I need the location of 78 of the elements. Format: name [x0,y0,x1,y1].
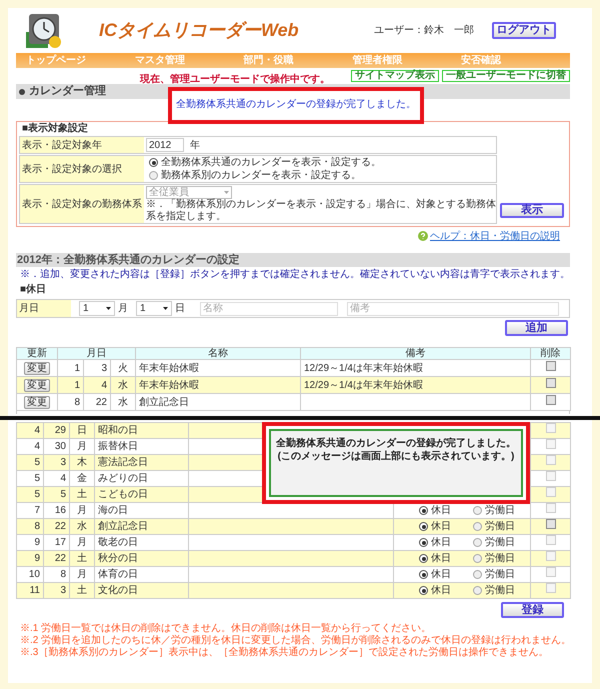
column-header: 名称 [136,348,300,360]
field-label: 表示・設定対象の勤務体系 [20,185,144,223]
page-title: カレンダー管理 [29,84,106,100]
table-cell: 文化の日 [94,582,188,598]
mode-button[interactable]: サイトマップ表示 [351,70,439,82]
holiday-heading: ■休日 [19,283,48,297]
table-cell: 土 [70,582,94,598]
column-header: 月日 [58,348,136,360]
option-label: 労働日 [485,520,515,533]
column-header: 備考 [300,348,530,360]
checkbox[interactable] [546,360,556,370]
section-note: ※．追加、変更された内容は［登録］ボタンを押すまでは確定されません。確定されていない内容は青字で表示されます。 [19,268,570,282]
option-label: 全勤務体系共通のカレンダーを表示・設定する。 [161,156,381,168]
field-label: 表示・設定対象の選択 [20,156,144,182]
option-label: 休日 [431,568,451,581]
option-label: 休日 [431,552,451,565]
table-cell: 創立記念日 [136,394,300,410]
option-label: 労働日 [485,536,515,549]
edit-button[interactable]: 変更 [24,396,50,409]
checkbox[interactable] [546,378,556,388]
unit-label: 日 [175,302,185,316]
user-label: ユーザー：鈴木 一郎 [374,24,474,38]
note-field[interactable]: 備考 [347,302,559,316]
option-label: 休日 [431,520,451,533]
name-field[interactable]: 名称 [200,302,338,316]
radio-button[interactable] [149,171,158,180]
year-unit: 年 [190,139,200,153]
radio-button[interactable] [473,522,482,531]
section-title: 2012年：全勤務体系共通のカレンダーの設定 [17,252,240,268]
help-link[interactable]: ヘルプ：休日・労働日の説明 [430,228,560,244]
table-cell: 4 [16,422,44,438]
popup-message: (このメッセージは画面上部にも表示されています。) [278,450,514,463]
app-title: ICタイムリコーダーWeb [99,19,299,42]
caret-icon [106,307,111,310]
option-label: 休日 [431,584,451,597]
mode-notice: 現在、管理ユーザーモードで操作中です。 [140,72,330,86]
bullet-icon [19,88,25,94]
year-field[interactable]: 2012 [146,138,184,152]
unit-label: 月 [118,302,128,316]
table-cell: 3 [44,582,70,598]
option-label: 労働日 [485,552,515,565]
radio-button[interactable] [149,158,158,167]
show-button[interactable]: 表示 [500,203,564,218]
system-note: ※．「勤務体系別のカレンダーを表示・設定する」場合に、対象とする勤務体系を指定します。 [146,199,496,223]
register-button[interactable]: 登録 [501,602,564,618]
edit-button[interactable]: 変更 [24,362,50,375]
column-header: 更新 [16,348,58,360]
table-cell: 水 [110,394,136,410]
top-message: 全勤務体系共通のカレンダーの登録が完了しました。 [176,100,416,112]
table-cell: 昭和の日 [94,422,188,438]
table-cell: 11 [16,582,44,598]
footnote: ※.2 労働日を追加したのちに休／労の種別を休日に変更した場合、労働日が削除されるのみで休日の登録は行われません。 [20,635,570,646]
checkbox[interactable] [546,394,556,404]
option-label: 労働日 [485,504,515,517]
option-label: 勤務体系別のカレンダーを表示・設定する。 [161,170,361,182]
option-label: 休日 [431,504,451,517]
option-label: 労働日 [485,568,515,581]
footnote: ※.3［勤務体系別のカレンダー］表示中は、［全勤務体系共通のカレンダー］で設定された労働日は操作できません。 [20,647,550,659]
help-icon [418,231,428,241]
popup-message: 全勤務体系共通のカレンダーの登録が完了しました。 [276,437,516,450]
settings-heading: ■表示対象設定 [21,122,90,136]
field-label: 月日 [17,300,71,317]
add-button[interactable]: 追加 [505,320,568,336]
month-dropdown[interactable]: 1 [79,301,115,316]
logout-button[interactable]: ログアウト [492,22,556,39]
footnote: ※.1 労働日一覧では休日の削除はできません。休日の削除は休日一覧から行ってください。 [20,623,432,634]
edit-button[interactable]: 変更 [24,379,50,392]
radio-button[interactable] [419,522,428,531]
caret-icon [163,307,168,310]
table-cell: 22 [84,394,110,410]
option-label: 休日 [431,536,451,549]
option-label: 労働日 [485,584,515,597]
mode-button[interactable]: 一般ユーザーモードに切替 [442,70,570,82]
field-label: 表示・設定対象年 [20,137,144,153]
caret-icon [224,191,229,194]
checkbox[interactable] [546,519,556,529]
table-cell: 8 [58,394,84,410]
day-dropdown[interactable]: 1 [136,301,172,316]
